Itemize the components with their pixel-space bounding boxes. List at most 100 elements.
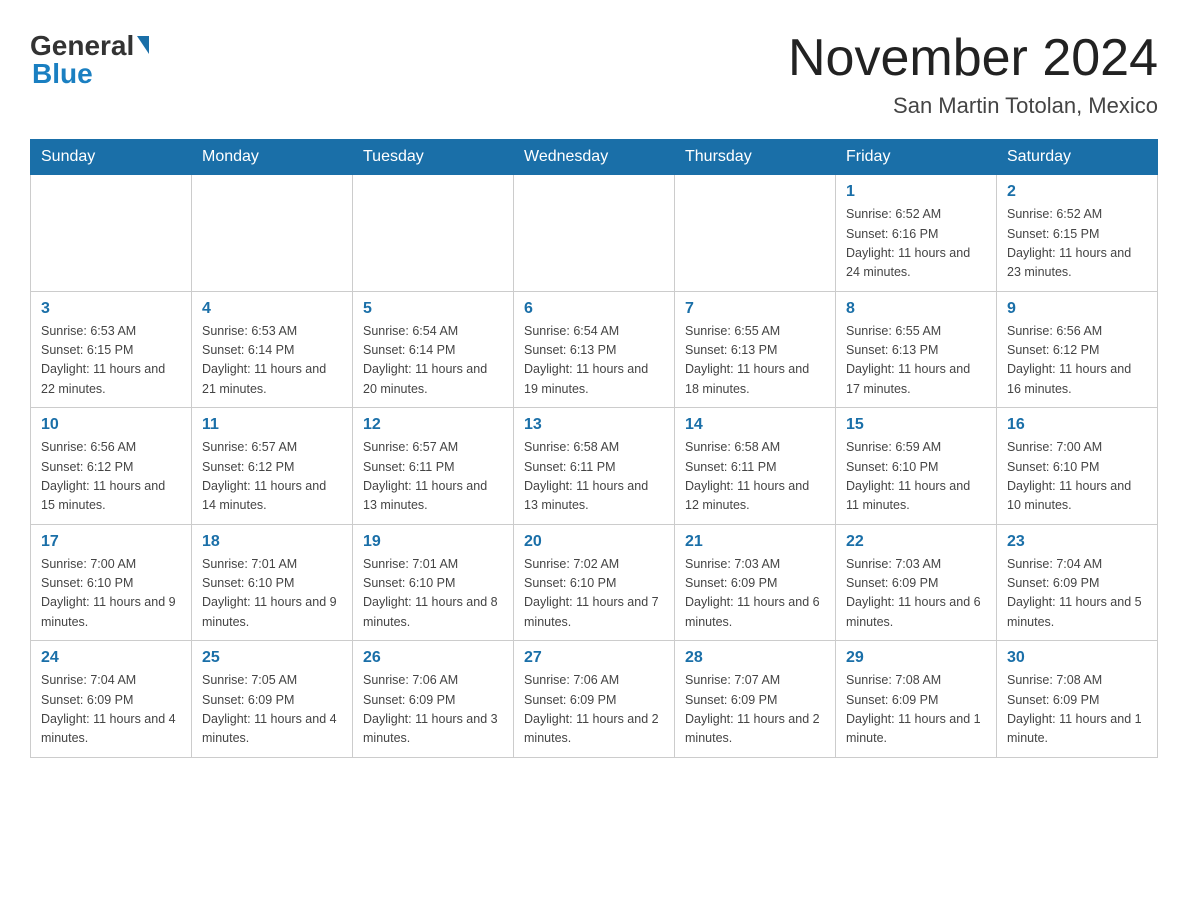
page-header: General Blue November 2024 San Martin To… [30,30,1158,119]
calendar-cell: 28 Sunrise: 7:07 AMSunset: 6:09 PMDayligh… [675,641,836,758]
day-info: Sunrise: 7:03 AMSunset: 6:09 PMDaylight:… [685,555,825,633]
calendar-cell: 1 Sunrise: 6:52 AMSunset: 6:16 PMDaylight… [836,175,997,292]
calendar-cell: 23 Sunrise: 7:04 AMSunset: 6:09 PMDayligh… [997,524,1158,641]
col-sunday: Sunday [31,140,192,175]
calendar-cell: 22 Sunrise: 7:03 AMSunset: 6:09 PMDayligh… [836,524,997,641]
day-number: 5 [363,300,503,318]
calendar-cell: 10Sunrise: 6:56 AMSunset: 6:12 PMDayligh… [31,408,192,525]
logo: General Blue [30,30,149,90]
calendar-cell: 15Sunrise: 6:59 AMSunset: 6:10 PMDayligh… [836,408,997,525]
day-info: Sunrise: 7:01 AMSunset: 6:10 PMDaylight:… [202,555,342,633]
day-number: 10 [41,416,181,434]
day-info: Sunrise: 6:59 AMSunset: 6:10 PMDaylight:… [846,438,986,516]
day-info: Sunrise: 6:54 AMSunset: 6:14 PMDaylight:… [363,322,503,400]
day-info: Sunrise: 7:01 AMSunset: 6:10 PMDaylight:… [363,555,503,633]
col-saturday: Saturday [997,140,1158,175]
day-number: 16 [1007,416,1147,434]
calendar-cell: 18Sunrise: 7:01 AMSunset: 6:10 PMDayligh… [192,524,353,641]
calendar-cell: 13 Sunrise: 6:58 AMSunset: 6:11 PMDayligh… [514,408,675,525]
day-info: Sunrise: 6:54 AMSunset: 6:13 PMDaylight:… [524,322,664,400]
day-info: Sunrise: 6:52 AMSunset: 6:16 PMDaylight:… [846,205,986,283]
day-info: Sunrise: 6:55 AMSunset: 6:13 PMDaylight:… [685,322,825,400]
day-number: 19 [363,533,503,551]
calendar-cell: 12 Sunrise: 6:57 AMSunset: 6:11 PMDayligh… [353,408,514,525]
page-title: November 2024 [788,30,1158,87]
calendar-cell [675,175,836,292]
day-number: 27 [524,649,664,667]
day-number: 8 [846,300,986,318]
calendar-cell: 27Sunrise: 7:06 AMSunset: 6:09 PMDayligh… [514,641,675,758]
day-info: Sunrise: 6:58 AMSunset: 6:11 PMDaylight:… [524,438,664,516]
calendar-cell: 8 Sunrise: 6:55 AMSunset: 6:13 PMDaylight… [836,291,997,408]
calendar-cell: 20 Sunrise: 7:02 AMSunset: 6:10 PMDayligh… [514,524,675,641]
calendar-cell [514,175,675,292]
day-info: Sunrise: 7:03 AMSunset: 6:09 PMDaylight:… [846,555,986,633]
day-number: 26 [363,649,503,667]
calendar-cell: 9Sunrise: 6:56 AMSunset: 6:12 PMDaylight… [997,291,1158,408]
day-number: 22 [846,533,986,551]
day-info: Sunrise: 6:53 AMSunset: 6:15 PMDaylight:… [41,322,181,400]
calendar-cell: 25 Sunrise: 7:05 AMSunset: 6:09 PMDayligh… [192,641,353,758]
col-thursday: Thursday [675,140,836,175]
logo-blue-text: Blue [32,58,93,90]
day-number: 23 [1007,533,1147,551]
day-info: Sunrise: 7:02 AMSunset: 6:10 PMDaylight:… [524,555,664,633]
col-friday: Friday [836,140,997,175]
day-info: Sunrise: 7:08 AMSunset: 6:09 PMDaylight:… [1007,671,1147,749]
day-info: Sunrise: 7:05 AMSunset: 6:09 PMDaylight:… [202,671,342,749]
day-number: 17 [41,533,181,551]
calendar-cell: 21 Sunrise: 7:03 AMSunset: 6:09 PMDayligh… [675,524,836,641]
calendar-cell: 6Sunrise: 6:54 AMSunset: 6:13 PMDaylight… [514,291,675,408]
day-info: Sunrise: 7:06 AMSunset: 6:09 PMDaylight:… [363,671,503,749]
calendar-cell: 3 Sunrise: 6:53 AMSunset: 6:15 PMDaylight… [31,291,192,408]
calendar-cell [31,175,192,292]
calendar-week-row: 24 Sunrise: 7:04 AMSunset: 6:09 PMDayligh… [31,641,1158,758]
day-number: 20 [524,533,664,551]
day-number: 3 [41,300,181,318]
calendar-cell: 16Sunrise: 7:00 AMSunset: 6:10 PMDayligh… [997,408,1158,525]
calendar-cell [353,175,514,292]
day-info: Sunrise: 6:52 AMSunset: 6:15 PMDaylight:… [1007,205,1147,283]
day-info: Sunrise: 6:55 AMSunset: 6:13 PMDaylight:… [846,322,986,400]
day-number: 29 [846,649,986,667]
day-info: Sunrise: 6:57 AMSunset: 6:12 PMDaylight:… [202,438,342,516]
day-number: 28 [685,649,825,667]
calendar-body: 1 Sunrise: 6:52 AMSunset: 6:16 PMDaylight… [31,175,1158,758]
calendar-cell: 7Sunrise: 6:55 AMSunset: 6:13 PMDaylight… [675,291,836,408]
day-number: 24 [41,649,181,667]
day-number: 13 [524,416,664,434]
col-wednesday: Wednesday [514,140,675,175]
calendar-cell: 19 Sunrise: 7:01 AMSunset: 6:10 PMDayligh… [353,524,514,641]
day-number: 12 [363,416,503,434]
calendar-cell: 17 Sunrise: 7:00 AMSunset: 6:10 PMDayligh… [31,524,192,641]
day-info: Sunrise: 7:08 AMSunset: 6:09 PMDaylight:… [846,671,986,749]
calendar-cell [192,175,353,292]
day-number: 21 [685,533,825,551]
calendar-header-row: Sunday Monday Tuesday Wednesday Thursday… [31,140,1158,175]
day-number: 25 [202,649,342,667]
day-number: 4 [202,300,342,318]
calendar-cell: 24 Sunrise: 7:04 AMSunset: 6:09 PMDayligh… [31,641,192,758]
logo-arrow-icon [137,36,149,54]
col-monday: Monday [192,140,353,175]
day-info: Sunrise: 7:04 AMSunset: 6:09 PMDaylight:… [41,671,181,749]
calendar-week-row: 3 Sunrise: 6:53 AMSunset: 6:15 PMDaylight… [31,291,1158,408]
page-subtitle: San Martin Totolan, Mexico [788,93,1158,119]
calendar-week-row: 10Sunrise: 6:56 AMSunset: 6:12 PMDayligh… [31,408,1158,525]
calendar-week-row: 17 Sunrise: 7:00 AMSunset: 6:10 PMDayligh… [31,524,1158,641]
day-info: Sunrise: 7:07 AMSunset: 6:09 PMDaylight:… [685,671,825,749]
calendar-cell: 11Sunrise: 6:57 AMSunset: 6:12 PMDayligh… [192,408,353,525]
calendar-cell: 4Sunrise: 6:53 AMSunset: 6:14 PMDaylight… [192,291,353,408]
day-info: Sunrise: 7:00 AMSunset: 6:10 PMDaylight:… [41,555,181,633]
day-info: Sunrise: 6:58 AMSunset: 6:11 PMDaylight:… [685,438,825,516]
calendar-cell: 5 Sunrise: 6:54 AMSunset: 6:14 PMDaylight… [353,291,514,408]
day-number: 1 [846,183,986,201]
day-number: 2 [1007,183,1147,201]
calendar-cell: 2 Sunrise: 6:52 AMSunset: 6:15 PMDaylight… [997,175,1158,292]
day-number: 30 [1007,649,1147,667]
calendar-table: Sunday Monday Tuesday Wednesday Thursday… [30,139,1158,758]
day-info: Sunrise: 6:57 AMSunset: 6:11 PMDaylight:… [363,438,503,516]
day-info: Sunrise: 7:04 AMSunset: 6:09 PMDaylight:… [1007,555,1147,633]
col-tuesday: Tuesday [353,140,514,175]
calendar-cell: 29 Sunrise: 7:08 AMSunset: 6:09 PMDayligh… [836,641,997,758]
